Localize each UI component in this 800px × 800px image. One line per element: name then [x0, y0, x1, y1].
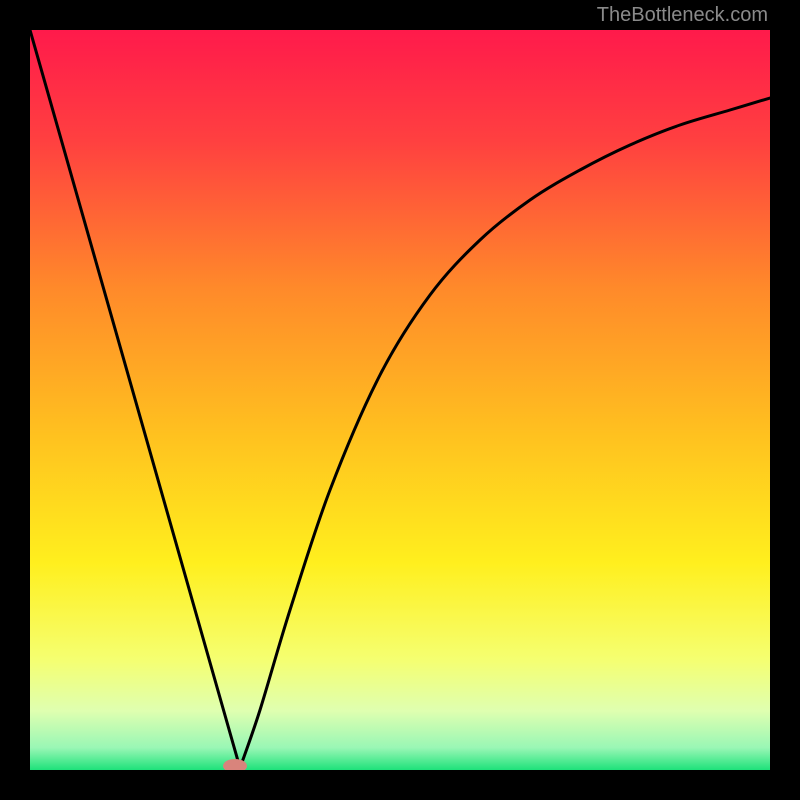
- gradient-background: [30, 30, 770, 770]
- chart-frame: TheBottleneck.com: [0, 0, 800, 800]
- bottleneck-chart: [30, 30, 770, 770]
- attribution-text: TheBottleneck.com: [597, 4, 768, 27]
